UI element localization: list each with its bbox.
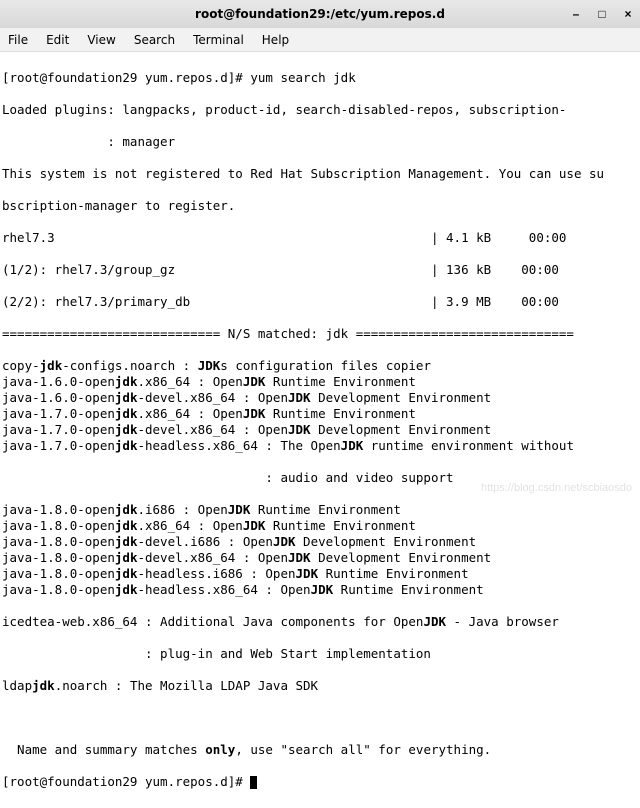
package-line: java-1.8.0-openjdk-headless.i686 : OpenJ… <box>2 566 638 582</box>
output-line: : plug-in and Web Start implementation <box>2 646 638 662</box>
maximize-icon[interactable]: □ <box>596 8 608 20</box>
package-line: java-1.6.0-openjdk-devel.x86_64 : OpenJD… <box>2 390 638 406</box>
package-line: java-1.8.0-openjdk-devel.x86_64 : OpenJD… <box>2 550 638 566</box>
window-title: root@foundation29:/etc/yum.repos.d <box>195 7 445 21</box>
output-line: icedtea-web.x86_64 : Additional Java com… <box>2 614 638 630</box>
prompt-line: [root@foundation29 yum.repos.d]# yum sea… <box>2 70 638 86</box>
output-line: (1/2): rhel7.3/group_gz | 136 kB 00:00 <box>2 262 638 278</box>
match-header: ============================= N/S matche… <box>2 326 638 342</box>
window-controls: – □ × <box>570 8 634 20</box>
menu-help[interactable]: Help <box>262 33 289 47</box>
package-line: java-1.6.0-openjdk.x86_64 : OpenJDK Runt… <box>2 374 638 390</box>
output-line: ldapjdk.noarch : The Mozilla LDAP Java S… <box>2 678 638 694</box>
package-line: java-1.8.0-openjdk-headless.x86_64 : Ope… <box>2 582 638 598</box>
package-line: java-1.7.0-openjdk-headless.x86_64 : The… <box>2 438 638 454</box>
package-line: java-1.7.0-openjdk-devel.x86_64 : OpenJD… <box>2 422 638 438</box>
package-line: java-1.8.0-openjdk.i686 : OpenJDK Runtim… <box>2 502 638 518</box>
menubar: File Edit View Search Terminal Help <box>0 28 640 52</box>
window-titlebar: root@foundation29:/etc/yum.repos.d – □ × <box>0 0 640 28</box>
output-line: Name and summary matches only, use "sear… <box>2 742 638 758</box>
package-line: copy-jdk-configs.noarch : JDKs configura… <box>2 358 638 374</box>
package-line: java-1.8.0-openjdk.x86_64 : OpenJDK Runt… <box>2 518 638 534</box>
menu-terminal[interactable]: Terminal <box>193 33 244 47</box>
package-line: java-1.7.0-openjdk.x86_64 : OpenJDK Runt… <box>2 406 638 422</box>
close-icon[interactable]: × <box>622 8 634 20</box>
output-line: (2/2): rhel7.3/primary_db | 3.9 MB 00:00 <box>2 294 638 310</box>
package-line: java-1.8.0-openjdk-devel.i686 : OpenJDK … <box>2 534 638 550</box>
terminal-viewport[interactable]: [root@foundation29 yum.repos.d]# yum sea… <box>0 52 640 808</box>
menu-edit[interactable]: Edit <box>46 33 69 47</box>
menu-view[interactable]: View <box>87 33 115 47</box>
prompt: [root@foundation29 yum.repos.d]# <box>2 774 250 789</box>
prompt-line: [root@foundation29 yum.repos.d]# <box>2 774 638 790</box>
menu-search[interactable]: Search <box>134 33 175 47</box>
output-line: rhel7.3 | 4.1 kB 00:00 <box>2 230 638 246</box>
prompt: [root@foundation29 yum.repos.d]# <box>2 70 250 85</box>
command: yum search jdk <box>250 70 355 85</box>
output-line: Loaded plugins: langpacks, product-id, s… <box>2 102 638 118</box>
menu-file[interactable]: File <box>8 33 28 47</box>
output-line <box>2 710 638 726</box>
watermark: https://blog.csdn.net/scbiaosdo <box>481 482 632 494</box>
cursor-icon <box>250 776 257 789</box>
output-line: bscription-manager to register. <box>2 198 638 214</box>
output-line: This system is not registered to Red Hat… <box>2 166 638 182</box>
minimize-icon[interactable]: – <box>570 8 582 20</box>
output-line: : manager <box>2 134 638 150</box>
